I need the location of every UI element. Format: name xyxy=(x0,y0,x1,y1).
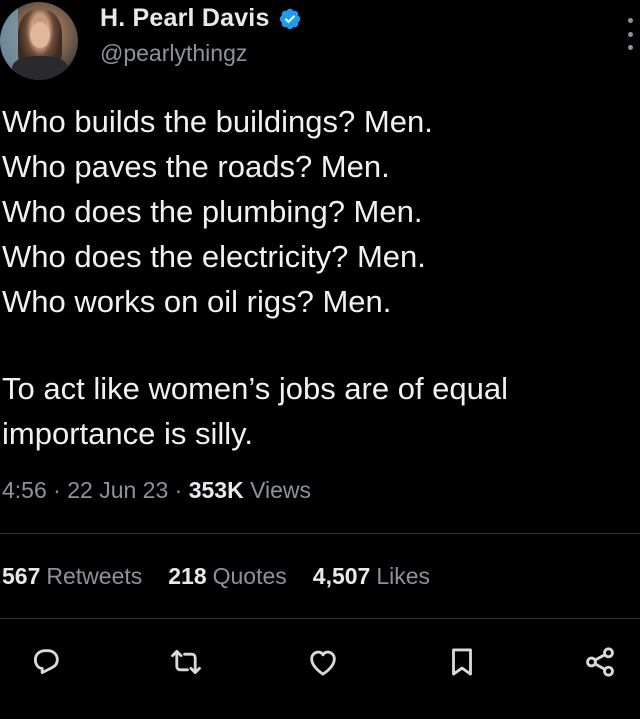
tweet-time[interactable]: 4:56 xyxy=(2,477,47,503)
tweet-line: Who builds the buildings? Men. xyxy=(2,104,433,139)
likes-stat[interactable]: 4,507 Likes xyxy=(313,563,430,590)
avatar-face xyxy=(30,22,50,48)
tweet-meta: 4:56 · 22 Jun 23 · 353K Views xyxy=(2,477,311,504)
reply-icon xyxy=(33,649,59,675)
tweet-line: Who does the electricity? Men. xyxy=(2,239,426,274)
likes-label: Likes xyxy=(376,563,431,589)
display-name[interactable]: H. Pearl Davis xyxy=(100,4,270,33)
reply-button[interactable] xyxy=(24,640,68,684)
views-label: Views xyxy=(243,477,312,503)
verified-badge-icon[interactable] xyxy=(278,7,302,31)
tweet-stats: 567 Retweets 218 Quotes 4,507 Likes xyxy=(2,563,430,590)
likes-count: 4,507 xyxy=(312,563,371,589)
avatar-shirt xyxy=(12,56,68,80)
more-vertical-icon[interactable] xyxy=(626,18,634,50)
share-button[interactable] xyxy=(578,640,622,684)
bookmark-icon xyxy=(452,648,472,676)
tweet-header: H. Pearl Davis @pearlythingz xyxy=(0,0,640,90)
action-bar xyxy=(0,640,640,690)
quotes-count: 218 xyxy=(168,563,207,589)
retweets-stat[interactable]: 567 Retweets xyxy=(2,563,142,590)
more-dot xyxy=(627,31,633,37)
handle[interactable]: @pearlythingz xyxy=(100,40,247,67)
quotes-stat[interactable]: 218 Quotes xyxy=(168,563,287,590)
retweets-label: Retweets xyxy=(46,563,143,589)
retweets-count: 567 xyxy=(2,563,41,589)
tweet-line: To act like women’s jobs are of equal xyxy=(2,371,509,406)
tweet-line: Who works on oil rigs? Men. xyxy=(2,284,392,319)
avatar[interactable] xyxy=(0,2,78,80)
meta-separator: · xyxy=(46,477,68,503)
tweet-line: Who paves the roads? Men. xyxy=(2,149,390,184)
more-dot xyxy=(627,18,633,23)
tweet-date[interactable]: 22 Jun 23 xyxy=(67,477,168,503)
meta-separator: · xyxy=(168,477,189,503)
retweet-icon xyxy=(171,649,201,675)
share-icon xyxy=(586,647,614,677)
tweet-line: importance is silly. xyxy=(2,416,253,451)
retweet-button[interactable] xyxy=(164,640,208,684)
views-count: 353K xyxy=(188,477,244,503)
tweet-text: Who builds the buildings? Men. Who paves… xyxy=(2,99,638,456)
heart-icon xyxy=(310,650,336,676)
name-row: H. Pearl Davis xyxy=(100,4,302,33)
quotes-label: Quotes xyxy=(212,563,287,589)
more-dot xyxy=(627,45,633,50)
divider xyxy=(0,618,640,619)
like-button[interactable] xyxy=(301,640,345,684)
divider xyxy=(0,533,640,534)
bookmark-button[interactable] xyxy=(440,640,484,684)
tweet-line: Who does the plumbing? Men. xyxy=(2,194,423,229)
